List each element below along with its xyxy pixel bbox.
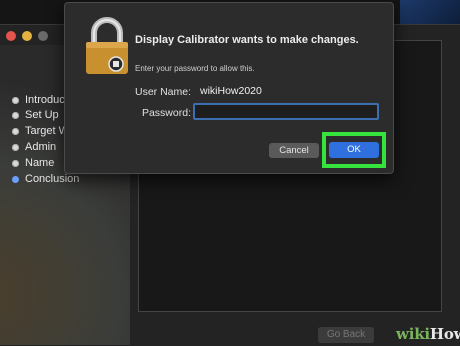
step-label: Admin — [25, 141, 57, 153]
step-set-up: Set Up — [12, 109, 59, 121]
step-admin: Admin — [12, 141, 56, 153]
authentication-dialog: Display Calibrator wants to make changes… — [64, 2, 394, 174]
step-dot-icon — [12, 159, 19, 167]
step-dot-icon — [12, 96, 19, 104]
step-dot-icon — [12, 143, 19, 151]
minimize-window-button[interactable] — [22, 31, 32, 41]
username-label: User Name: — [134, 86, 191, 98]
step-dot-icon — [12, 111, 19, 119]
step-label: Name — [25, 157, 55, 169]
password-label: Password: — [141, 107, 191, 119]
zoom-window-button[interactable] — [38, 31, 48, 41]
password-field[interactable] — [193, 103, 379, 120]
dialog-title: Display Calibrator wants to make changes… — [135, 34, 359, 46]
step-label: Conclusion — [25, 173, 80, 185]
watermark-prefix: wiki — [396, 325, 430, 343]
lock-icon — [86, 17, 128, 74]
watermark-suffix: How — [429, 325, 460, 343]
dialog-message: Enter your password to allow this. — [135, 64, 255, 73]
go-back-button[interactable]: Go Back — [318, 327, 374, 343]
username-field[interactable]: wikiHow2020 — [193, 83, 379, 100]
step-label: Set Up — [25, 109, 59, 121]
step-conclusion: Conclusion — [12, 173, 79, 185]
cancel-button[interactable]: Cancel — [269, 143, 319, 158]
step-dot-icon — [12, 127, 19, 135]
wikihow-watermark: wikiHow — [396, 325, 460, 343]
ok-button[interactable]: OK — [329, 142, 379, 158]
close-window-button[interactable] — [6, 31, 16, 41]
step-name: Name — [12, 157, 54, 169]
step-dot-active-icon — [12, 175, 19, 183]
